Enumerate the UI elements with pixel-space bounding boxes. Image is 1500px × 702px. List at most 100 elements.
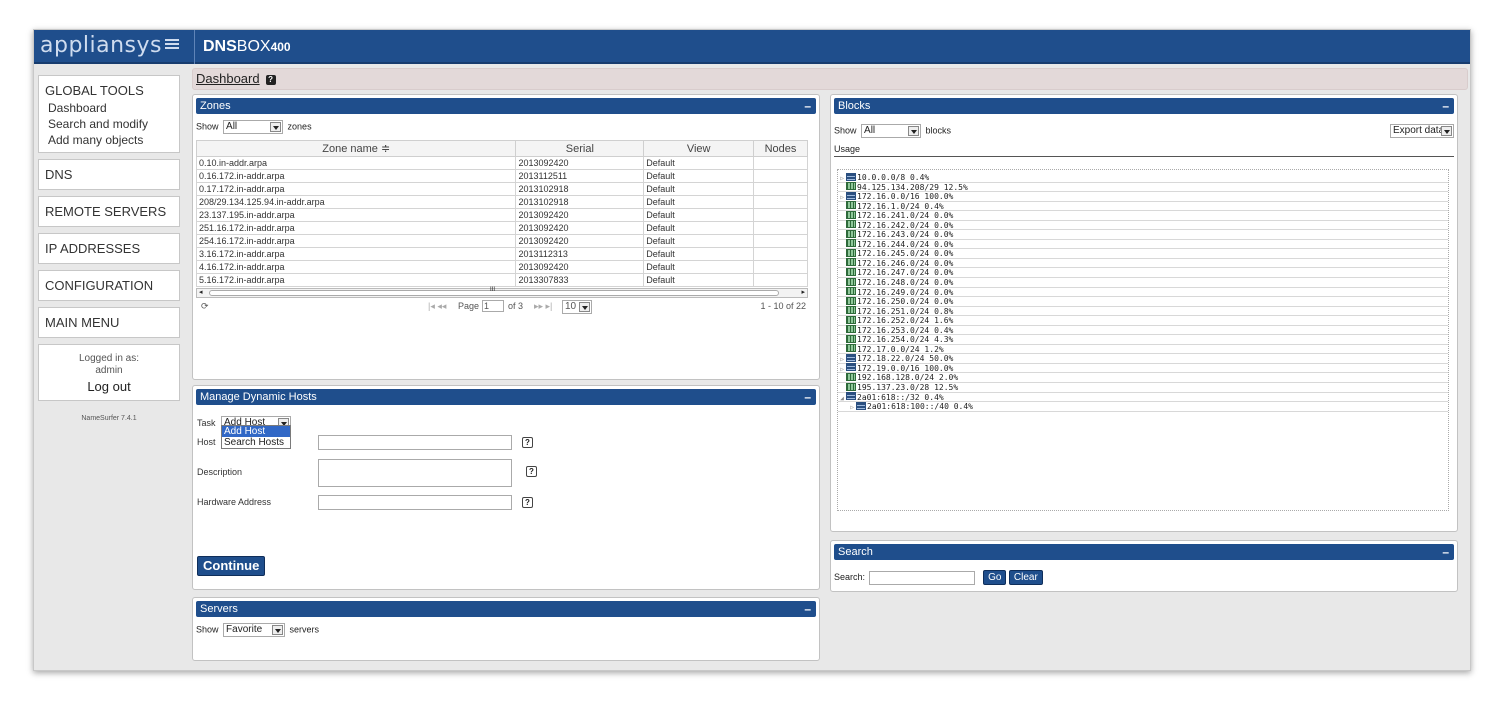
- table-row[interactable]: 23.137.195.in-addr.arpa 2013092420 Default: [195, 208, 808, 222]
- column-header-zone-name[interactable]: Zone name ≑: [195, 140, 517, 157]
- zone-name-cell: 208/29.134.125.94.in-addr.arpa: [195, 195, 517, 209]
- list-item[interactable]: 172.16.250.0/24 0.0%: [838, 296, 1448, 307]
- table-row[interactable]: 3.16.172.in-addr.arpa 2013112313 Default: [195, 247, 808, 261]
- sidebar-item-add-many-objects[interactable]: Add many objects: [39, 132, 179, 148]
- help-icon[interactable]: ?: [265, 74, 276, 85]
- breadcrumb-dashboard-link[interactable]: Dashboard: [196, 71, 260, 86]
- block-label: 172.16.250.0/24 0.0%: [857, 297, 954, 307]
- collapse-icon[interactable]: –: [1442, 98, 1449, 114]
- help-icon[interactable]: ?: [526, 466, 537, 477]
- sidebar-section-dns[interactable]: DNS: [38, 159, 180, 190]
- list-item[interactable]: 172.16.253.0/24 0.4%: [838, 325, 1448, 336]
- usage-header: Usage: [834, 144, 1454, 157]
- list-item[interactable]: 94.125.134.208/29 12.5%: [838, 182, 1448, 193]
- list-item[interactable]: 172.16.248.0/24 0.0%: [838, 277, 1448, 288]
- show-label: Show: [196, 121, 219, 132]
- column-header-serial[interactable]: Serial: [515, 140, 645, 157]
- server-block-icon: [846, 353, 856, 362]
- host-input[interactable]: [318, 435, 512, 450]
- page-number-input[interactable]: 1: [482, 300, 504, 312]
- sidebar-heading-global-tools[interactable]: GLOBAL TOOLS: [39, 76, 179, 100]
- table-row[interactable]: 0.17.172.in-addr.arpa 2013102918 Default: [195, 182, 808, 196]
- column-header-view[interactable]: View: [643, 140, 755, 157]
- sidebar-section-label: MAIN MENU: [45, 315, 120, 330]
- zones-filter-row: Show All zones: [196, 120, 816, 136]
- block-label: 172.16.244.0/24 0.0%: [857, 239, 954, 249]
- help-icon[interactable]: ?: [522, 497, 533, 508]
- column-header-nodes[interactable]: Nodes: [753, 140, 808, 157]
- task-option-add-host[interactable]: Add Host: [222, 426, 290, 437]
- list-item[interactable]: 172.16.254.0/24 4.3%: [838, 334, 1448, 345]
- clear-button[interactable]: Clear: [1008, 570, 1043, 585]
- collapse-icon[interactable]: –: [1442, 544, 1449, 560]
- view-cell: Default: [643, 169, 755, 183]
- list-item[interactable]: ◢ 2a01:618::/32 0.4%: [838, 392, 1448, 403]
- dynamic-hosts-header: Manage Dynamic Hosts –: [196, 389, 816, 405]
- scroll-right-icon[interactable]: ▸: [801, 288, 805, 296]
- sidebar-section-main-menu[interactable]: MAIN MENU: [38, 307, 180, 338]
- block-label: 172.16.251.0/24 0.8%: [857, 306, 954, 316]
- table-row[interactable]: 4.16.172.in-addr.arpa 2013092420 Default: [195, 260, 808, 274]
- table-row[interactable]: 0.10.in-addr.arpa 2013092420 Default: [195, 156, 808, 170]
- servers-filter-select[interactable]: Favorite: [223, 623, 286, 637]
- horizontal-scrollbar[interactable]: ◂ III ▸: [196, 287, 808, 298]
- list-item[interactable]: 172.16.1.0/24 0.4%: [838, 201, 1448, 212]
- blocks-filter-select[interactable]: All: [861, 124, 922, 138]
- table-row[interactable]: 251.16.172.in-addr.arpa 2013092420 Default: [195, 221, 808, 235]
- description-textarea[interactable]: [318, 459, 512, 487]
- nodes-cell: [753, 221, 808, 235]
- list-item[interactable]: 192.168.128.0/24 2.0%: [838, 372, 1448, 384]
- table-row[interactable]: 5.16.172.in-addr.arpa 2013307833 Default: [195, 273, 808, 287]
- list-item[interactable]: 172.16.249.0/24 0.0%: [838, 287, 1448, 298]
- serial-cell: 2013092420: [515, 208, 645, 222]
- help-icon[interactable]: ?: [522, 437, 533, 448]
- list-item[interactable]: 172.16.241.0/24 0.0%: [838, 210, 1448, 221]
- list-item[interactable]: 172.16.244.0/24 0.0%: [838, 239, 1448, 250]
- export-data-select[interactable]: Export data: [1390, 124, 1454, 138]
- list-item[interactable]: ▷ 2a01:618:100::/40 0.4%: [838, 401, 1448, 412]
- logout-link[interactable]: Log out: [39, 379, 179, 394]
- list-item[interactable]: ▷ 172.16.0.0/16 100.0%: [838, 191, 1448, 202]
- scrollbar-thumb[interactable]: III: [209, 287, 779, 296]
- expand-toggle-icon[interactable]: ▷: [848, 403, 856, 412]
- list-item[interactable]: 172.16.246.0/24 0.0%: [838, 258, 1448, 269]
- view-cell: Default: [643, 182, 755, 196]
- list-item[interactable]: 172.17.0.0/24 1.2%: [838, 344, 1448, 355]
- next-last-page-icon[interactable]: ▸▸ ▸|: [534, 301, 552, 312]
- first-prev-page-icon[interactable]: |◂ ◂◂: [428, 301, 446, 312]
- block-label: 172.16.254.0/24 4.3%: [857, 335, 954, 345]
- page-size-select[interactable]: 10: [562, 300, 592, 314]
- table-row[interactable]: 208/29.134.125.94.in-addr.arpa 2013102918…: [195, 195, 808, 209]
- task-option-search-hosts[interactable]: Search Hosts: [222, 437, 290, 448]
- sidebar-item-dashboard[interactable]: Dashboard: [39, 100, 179, 116]
- search-input[interactable]: [868, 570, 975, 585]
- list-item[interactable]: 172.16.251.0/24 0.8%: [838, 306, 1448, 317]
- subnet-grid-icon: [846, 287, 856, 296]
- hardware-address-input[interactable]: [318, 495, 512, 510]
- zones-filter-select[interactable]: All: [223, 120, 284, 134]
- list-item[interactable]: 172.16.243.0/24 0.0%: [838, 229, 1448, 240]
- table-row[interactable]: 0.16.172.in-addr.arpa 2013112511 Default: [195, 169, 808, 183]
- list-item[interactable]: 195.137.23.0/28 12.5%: [838, 382, 1448, 393]
- list-item[interactable]: 172.16.245.0/24 0.0%: [838, 248, 1448, 259]
- scroll-left-icon[interactable]: ◂: [199, 288, 203, 296]
- go-button[interactable]: Go: [983, 570, 1007, 585]
- list-item[interactable]: 172.16.247.0/24 0.0%: [838, 267, 1448, 279]
- sidebar-section-remote-servers[interactable]: REMOTE SERVERS: [38, 196, 180, 227]
- refresh-icon[interactable]: ⟳: [201, 301, 209, 312]
- collapse-icon[interactable]: –: [804, 601, 811, 617]
- collapse-icon[interactable]: –: [804, 389, 811, 405]
- sidebar-item-search-and-modify[interactable]: Search and modify: [39, 116, 179, 132]
- list-item[interactable]: ▷ 10.0.0.0/8 0.4%: [838, 172, 1448, 183]
- list-item[interactable]: ▷ 172.19.0.0/16 100.0%: [838, 363, 1448, 374]
- continue-button[interactable]: Continue: [197, 556, 266, 576]
- list-item[interactable]: 172.16.252.0/24 1.6%: [838, 315, 1448, 326]
- collapse-icon[interactable]: –: [804, 98, 811, 114]
- list-item[interactable]: ▷ 172.18.22.0/24 50.0%: [838, 353, 1448, 364]
- list-item[interactable]: 172.16.242.0/24 0.0%: [838, 220, 1448, 231]
- sidebar-section-ip-addresses[interactable]: IP ADDRESSES: [38, 233, 180, 264]
- nodes-cell: [753, 234, 808, 248]
- zones-panel-header: Zones –: [196, 98, 816, 114]
- sidebar-section-configuration[interactable]: CONFIGURATION: [38, 270, 180, 301]
- table-row[interactable]: 254.16.172.in-addr.arpa 2013092420 Default: [195, 234, 808, 248]
